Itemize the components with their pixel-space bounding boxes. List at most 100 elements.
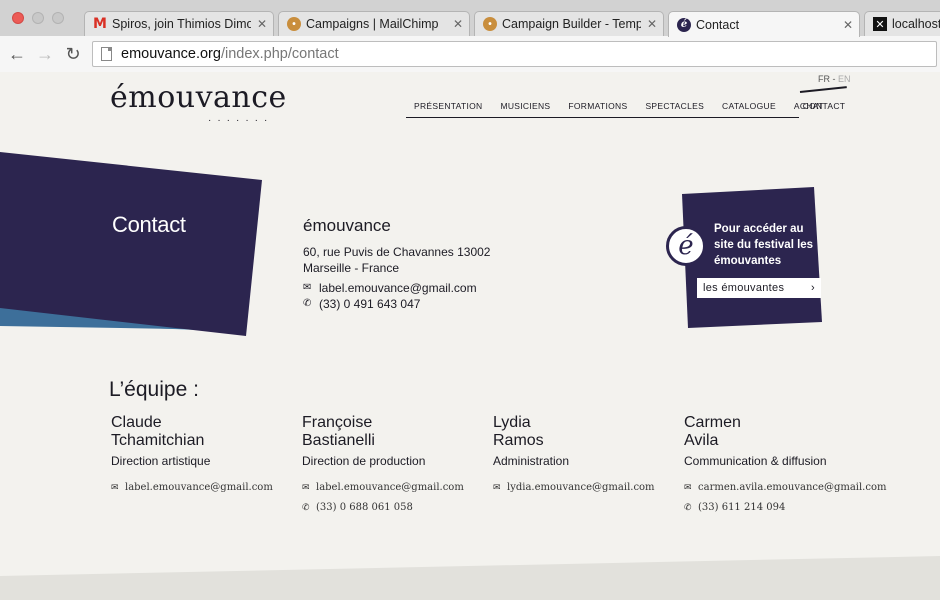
member-first-name: Françoise — [302, 414, 373, 431]
zoom-window-button[interactable] — [52, 12, 64, 24]
forward-arrow-icon[interactable]: → — [34, 43, 56, 65]
browser-tab-gmail[interactable]: M Spiros, join Thimios Dimop ✕ — [84, 11, 274, 36]
envelope-icon: ✉ — [302, 483, 310, 493]
member-role: Administration — [493, 454, 570, 468]
page-icon — [101, 47, 112, 61]
address-line-1: 60, rue Puvis de Chavannes 13002 — [303, 245, 491, 259]
tab-strip: M Spiros, join Thimios Dimop ✕ • Campaig… — [0, 0, 940, 37]
lang-en-link[interactable]: EN — [838, 74, 851, 84]
emouvance-icon: é — [677, 17, 691, 32]
member-role: Direction de production — [302, 454, 426, 468]
url-path: /index.php/contact — [220, 46, 339, 62]
hero-navy-shape — [0, 152, 262, 336]
org-email-row: ✉ label.emouvance@gmail.com — [303, 280, 490, 296]
member-email-link[interactable]: label.emouvance@gmail.com — [125, 478, 273, 498]
team-heading: L’équipe : — [109, 378, 199, 401]
main-navigation: PRÉSENTATION MUSICIENS FORMATIONS SPECTA… — [406, 94, 823, 118]
footer-shape — [0, 556, 940, 600]
tab-title: Spiros, join Thimios Dimop — [112, 17, 251, 31]
close-window-button[interactable] — [12, 12, 24, 24]
organization-name: émouvance — [303, 216, 391, 235]
emouvantes-logo-icon: é — [666, 226, 706, 266]
org-email-link[interactable]: label.emouvance@gmail.com — [319, 280, 477, 296]
page-title: Contact — [112, 212, 186, 237]
festival-promo-text: Pour accéder au site du festival les émo… — [714, 223, 814, 267]
member-email-row: ✉ lydia.emouvance@gmail.com — [493, 478, 683, 498]
browser-tab-localhost[interactable]: ✕ localhost: — [864, 11, 940, 36]
envelope-icon: ✉ — [684, 483, 692, 493]
close-tab-icon[interactable]: ✕ — [843, 18, 853, 32]
member-last-name: Tchamitchian — [111, 432, 205, 449]
member-email-row: ✉ label.emouvance@gmail.com — [111, 478, 301, 498]
member-phone: (33) 611 214 094 — [698, 502, 786, 513]
web-page: émouvance ······· FR - EN PRÉSENTATION M… — [0, 72, 940, 600]
lang-fr-link[interactable]: FR — [818, 74, 830, 84]
x-icon: ✕ — [873, 17, 887, 31]
minimize-window-button[interactable] — [32, 12, 44, 24]
member-phone-row: ✆ (33) 611 214 094 — [684, 498, 914, 518]
mailchimp-icon: • — [483, 17, 497, 31]
browser-chrome: M Spiros, join Thimios Dimop ✕ • Campaig… — [0, 0, 940, 72]
lang-separator: - — [830, 74, 838, 84]
envelope-icon: ✉ — [303, 282, 312, 293]
mailchimp-icon: • — [287, 17, 301, 31]
url-host: emouvance.org — [121, 46, 221, 62]
team-member: Claude Tchamitchian Direction artistique… — [111, 414, 301, 498]
tab-title: Campaigns | MailChimp — [306, 17, 439, 31]
close-tab-icon[interactable]: ✕ — [257, 17, 267, 31]
browser-tab-contact[interactable]: é Contact ✕ — [668, 11, 860, 37]
nav-spectacles[interactable]: SPECTACLES — [645, 101, 704, 111]
nav-formations[interactable]: FORMATIONS — [568, 101, 627, 111]
member-role: Communication & diffusion — [684, 454, 827, 468]
team-member: Lydia Ramos Administration ✉ lydia.emouv… — [493, 414, 683, 498]
member-first-name: Carmen — [684, 414, 741, 431]
nav-musiciens[interactable]: MUSICIENS — [500, 101, 550, 111]
close-tab-icon[interactable]: ✕ — [453, 17, 463, 31]
reload-icon[interactable]: ↻ — [62, 43, 84, 65]
member-first-name: Claude — [111, 414, 162, 431]
member-role: Direction artistique — [111, 454, 211, 468]
phone-icon: ✆ — [302, 503, 310, 513]
nav-active-indicator — [799, 86, 847, 93]
browser-toolbar: ← → ↻ emouvance.org/index.php/contact — [0, 36, 940, 72]
browser-tab-campaign-builder[interactable]: • Campaign Builder - Templa ✕ — [474, 11, 664, 36]
organization-contact: émouvance 60, rue Puvis de Chavannes 130… — [303, 216, 490, 312]
envelope-icon: ✉ — [493, 483, 501, 493]
window-controls — [12, 12, 64, 24]
org-phone: (33) 0 491 643 047 — [319, 297, 421, 311]
address-bar[interactable]: emouvance.org/index.php/contact — [92, 41, 937, 67]
org-phone-row: ✆ (33) 0 491 643 047 — [303, 296, 490, 312]
festival-link-button[interactable]: les émouvantes › — [697, 278, 821, 298]
member-email-link[interactable]: label.emouvance@gmail.com — [316, 478, 464, 498]
member-email-link[interactable]: carmen.avila.emouvance@gmail.com — [698, 478, 886, 498]
member-email-row: ✉ label.emouvance@gmail.com — [302, 478, 492, 498]
phone-icon: ✆ — [684, 503, 692, 513]
nav-presentation[interactable]: PRÉSENTATION — [414, 101, 482, 111]
festival-button-label: les émouvantes — [703, 282, 785, 294]
envelope-icon: ✉ — [111, 483, 119, 493]
nav-catalogue[interactable]: CATALOGUE — [722, 101, 776, 111]
close-tab-icon[interactable]: ✕ — [647, 17, 657, 31]
member-email-link[interactable]: lydia.emouvance@gmail.com — [507, 478, 655, 498]
chevron-right-icon: › — [811, 282, 815, 294]
member-last-name: Ramos — [493, 432, 544, 449]
member-last-name: Bastianelli — [302, 432, 375, 449]
team-member: Carmen Avila Communication & diffusion ✉… — [684, 414, 914, 518]
member-first-name: Lydia — [493, 414, 531, 431]
logo-dots: ······· — [208, 115, 274, 126]
phone-icon: ✆ — [303, 298, 312, 309]
tab-title: Contact — [696, 17, 740, 32]
tab-title: localhost: — [892, 17, 940, 31]
member-last-name: Avila — [684, 432, 719, 449]
tab-title: Campaign Builder - Templa — [502, 17, 641, 31]
language-switcher: FR - EN — [818, 74, 851, 84]
back-arrow-icon[interactable]: ← — [6, 43, 28, 65]
site-logo[interactable]: émouvance — [110, 80, 287, 115]
browser-tab-mailchimp-campaigns[interactable]: • Campaigns | MailChimp ✕ — [278, 11, 470, 36]
team-member: Françoise Bastianelli Direction de produ… — [302, 414, 492, 518]
nav-contact[interactable]: CONTACT — [800, 94, 848, 118]
gmail-icon: M — [93, 16, 107, 32]
member-email-row: ✉ carmen.avila.emouvance@gmail.com — [684, 478, 914, 498]
member-phone-row: ✆ (33) 0 688 061 058 — [302, 498, 492, 518]
hero-shapes — [0, 152, 262, 336]
